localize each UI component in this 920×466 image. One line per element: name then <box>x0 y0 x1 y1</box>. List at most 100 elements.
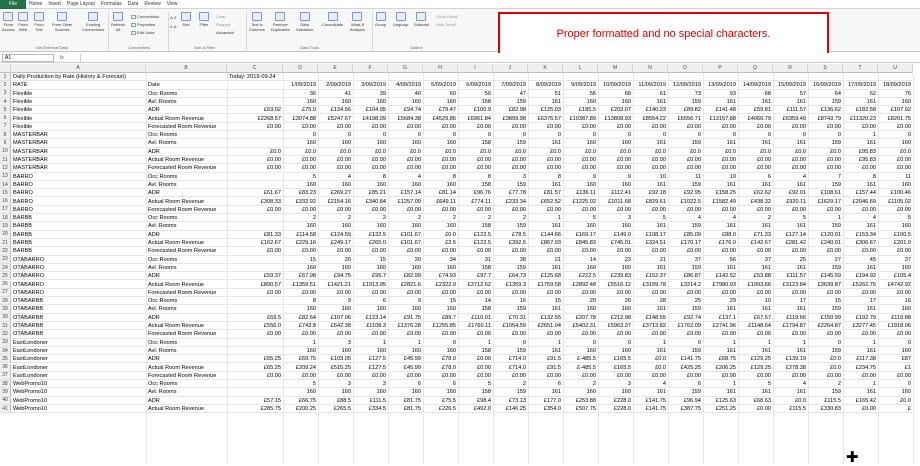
rate-cell[interactable]: BARRO <box>12 206 145 215</box>
value-cell[interactable]: £165.5 <box>599 364 632 372</box>
value-cell[interactable]: £0.0 <box>879 397 912 405</box>
value-cell[interactable]: 0 <box>494 131 527 140</box>
from-other-sources-button[interactable]: From Other Sources <box>52 12 72 32</box>
value-cell[interactable]: £5684.38 <box>389 115 422 123</box>
value-cell[interactable]: 4 <box>319 173 352 181</box>
value-cell[interactable]: 2 <box>424 214 457 223</box>
value-cell[interactable]: 8 <box>354 173 387 181</box>
value-cell[interactable]: 5/09/2019 <box>424 81 457 90</box>
value-cell[interactable]: 3 <box>599 214 632 223</box>
metric-cell[interactable]: Occ Rooms <box>147 256 226 264</box>
value-cell[interactable]: 8 <box>424 173 457 181</box>
value-cell[interactable]: 29 <box>704 297 737 306</box>
metric-cell[interactable]: ADR <box>147 231 226 239</box>
value-cell[interactable]: 161 <box>774 305 807 314</box>
value-cell[interactable]: £0.00 <box>809 123 842 132</box>
value-cell[interactable]: £425.25 <box>669 364 702 372</box>
value-cell[interactable] <box>809 73 842 82</box>
value-cell[interactable]: 4 <box>704 214 737 223</box>
value-cell[interactable]: 160 <box>564 181 597 190</box>
value-cell[interactable]: 161 <box>844 181 877 190</box>
row-header[interactable]: 37 <box>0 371 11 381</box>
value-cell[interactable]: 14 <box>564 256 597 264</box>
value-cell[interactable]: £0.00 <box>424 164 457 173</box>
value-cell[interactable]: £141.75 <box>669 355 702 364</box>
metric-cell[interactable]: Avl. Rooms <box>147 222 226 231</box>
value-cell[interactable]: £101.67 <box>389 231 422 239</box>
value-cell[interactable]: £306.67 <box>844 239 877 248</box>
value-cell[interactable]: £0.00 <box>228 156 282 165</box>
value-cell[interactable]: £239.83 <box>599 272 632 281</box>
value-cell[interactable]: £829.61 <box>634 198 667 206</box>
ungroup-button[interactable]: Ungroup <box>393 12 408 27</box>
rate-cell[interactable]: MASTERBAR <box>12 131 145 140</box>
value-cell[interactable]: £281.42 <box>774 239 807 248</box>
value-cell[interactable]: 161 <box>739 264 772 273</box>
value-cell[interactable]: £0.00 <box>354 123 387 132</box>
value-cell[interactable]: £6376.57 <box>529 115 562 123</box>
value-cell[interactable]: 161 <box>739 98 772 107</box>
value-cell[interactable]: 25 <box>774 256 807 264</box>
value-cell[interactable]: £0.0 <box>284 148 317 156</box>
metric-cell[interactable]: Forecasted Room Revenue <box>147 330 226 339</box>
value-cell[interactable]: £6961.84 <box>459 115 492 123</box>
rate-cell[interactable]: BARBB <box>12 231 145 239</box>
value-cell[interactable]: £0.00 <box>494 156 527 165</box>
value-cell[interactable]: 160 <box>284 98 317 107</box>
value-cell[interactable] <box>228 264 282 273</box>
value-cell[interactable]: £0.00 <box>599 289 632 298</box>
value-cell[interactable]: £0.00 <box>739 330 772 339</box>
value-cell[interactable]: 159 <box>669 347 702 356</box>
value-cell[interactable]: 160 <box>319 388 352 397</box>
value-cell[interactable]: 160 <box>389 388 422 397</box>
metric-cell[interactable]: Avl. Rooms <box>147 139 226 148</box>
value-cell[interactable]: £0.0 <box>389 148 422 156</box>
value-cell[interactable]: £0.00 <box>564 164 597 173</box>
rate-cell[interactable]: Flexible <box>12 98 145 107</box>
value-cell[interactable]: 4 <box>389 173 422 181</box>
value-cell[interactable]: 0 <box>494 339 527 347</box>
value-cell[interactable]: 8/09/2019 <box>529 81 562 90</box>
value-cell[interactable]: 6 <box>424 380 457 389</box>
value-cell[interactable]: 1 <box>844 380 877 389</box>
value-cell[interactable]: 0 <box>564 339 597 347</box>
value-cell[interactable]: £61.67 <box>228 189 282 198</box>
value-cell[interactable]: £354.0 <box>529 405 562 414</box>
value-cell[interactable]: £0.00 <box>669 372 702 381</box>
value-cell[interactable]: 93 <box>704 90 737 98</box>
value-cell[interactable]: 5 <box>634 214 667 223</box>
value-cell[interactable]: 45 <box>844 256 877 264</box>
value-cell[interactable]: 159 <box>494 181 527 190</box>
value-cell[interactable] <box>228 173 282 181</box>
metric-cell[interactable]: ADR <box>147 189 226 198</box>
value-cell[interactable]: £170.17 <box>669 239 702 248</box>
value-cell[interactable]: 161 <box>634 388 667 397</box>
value-cell[interactable]: £240.01 <box>809 239 842 248</box>
value-cell[interactable]: £0.00 <box>634 164 667 173</box>
row-header[interactable]: 12 <box>0 164 11 173</box>
value-cell[interactable]: 5 <box>284 173 317 181</box>
name-box[interactable]: A1 <box>2 53 54 62</box>
row-header[interactable]: 17 <box>0 205 11 215</box>
value-cell[interactable]: 2 <box>319 214 352 223</box>
rate-cell[interactable]: OTABARRO <box>12 256 145 264</box>
value-cell[interactable]: £139.19 <box>774 355 807 364</box>
value-cell[interactable]: £1108.3 <box>354 322 387 331</box>
value-cell[interactable]: 2 <box>809 380 842 389</box>
value-cell[interactable]: 159 <box>809 139 842 148</box>
value-cell[interactable]: 158 <box>459 181 492 190</box>
value-cell[interactable]: £0.00 <box>529 123 562 132</box>
value-cell[interactable]: 0 <box>319 131 352 140</box>
metric-cell[interactable]: Occ Rooms <box>147 173 226 181</box>
value-cell[interactable]: £0.00 <box>389 289 422 298</box>
value-cell[interactable]: 1 <box>809 214 842 223</box>
value-cell[interactable]: £0.00 <box>739 123 772 132</box>
value-cell[interactable]: £81.33 <box>228 231 282 239</box>
value-cell[interactable]: £108.61 <box>809 189 842 198</box>
value-cell[interactable]: 0 <box>564 131 597 140</box>
value-cell[interactable]: £0.00 <box>459 364 492 372</box>
value-cell[interactable]: £0.00 <box>844 247 877 256</box>
fx-icon[interactable]: fx <box>60 55 80 61</box>
value-cell[interactable]: 0 <box>634 131 667 140</box>
value-cell[interactable]: £222.5 <box>564 272 597 281</box>
